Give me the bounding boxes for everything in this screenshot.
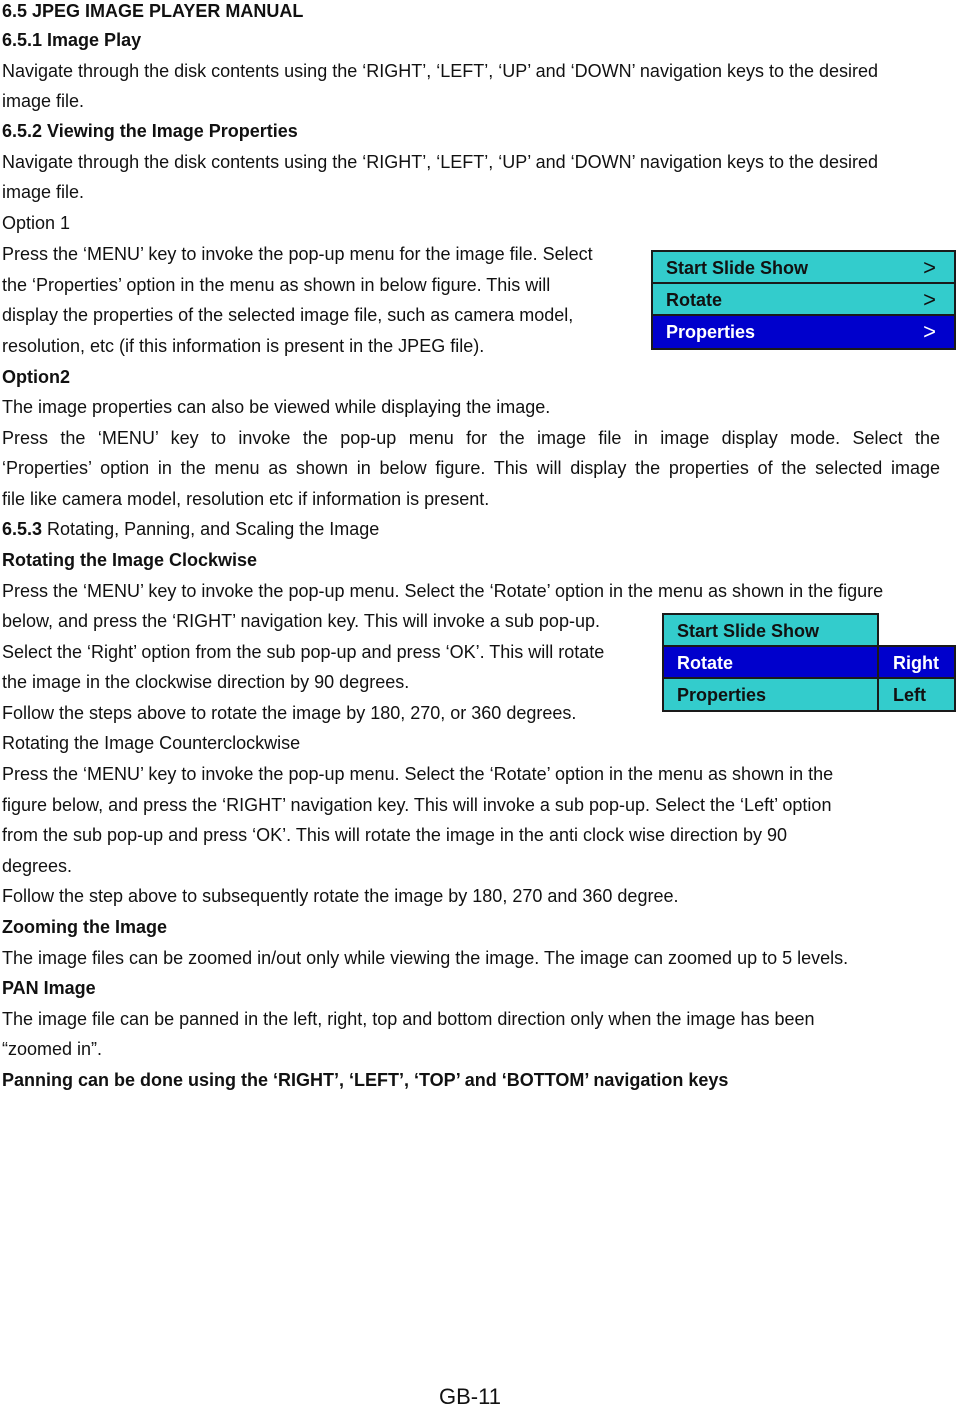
submenu-item-label: Right (893, 653, 939, 673)
paragraph-line: the image in the clockwise direction by … (2, 672, 410, 692)
menu-item-properties[interactable]: Properties (662, 677, 879, 712)
menu-item-properties[interactable]: Properties > (653, 316, 954, 348)
paragraph-line: from the sub pop-up and press ‘OK’. This… (2, 825, 788, 845)
paragraph-line: “zoomed in”. (2, 1039, 103, 1059)
heading-number: 6.5.3 (2, 519, 43, 539)
menu-item-start-slide-show[interactable]: Start Slide Show > (653, 252, 954, 284)
paragraph-line: resolution, etc (if this information is … (2, 336, 485, 356)
chevron-right-icon: > (923, 255, 936, 280)
heading-option-2: Option2 (2, 367, 70, 387)
paragraph-line: the ‘Properties’ option in the menu as s… (2, 275, 551, 295)
heading-viewing-properties: 6.5.2 Viewing the Image Properties (2, 121, 298, 141)
paragraph-line: degrees. (2, 856, 73, 876)
submenu-item-label: Left (893, 685, 926, 705)
menu-item-label: Rotate (677, 653, 734, 673)
chevron-right-icon: > (923, 287, 936, 312)
heading-image-play: 6.5.1 Image Play (2, 30, 142, 50)
paragraph-line: Navigate through the disk contents using… (2, 152, 879, 172)
heading-rotating-clockwise: Rotating the Image Clockwise (2, 550, 258, 570)
submenu-item-right[interactable]: Right (877, 645, 956, 679)
paragraph-line: below, and press the ‘RIGHT’ navigation … (2, 611, 600, 631)
paragraph-line: Press the ‘MENU’ key to invoke the pop-u… (2, 581, 884, 601)
paragraph-line: image file. (2, 182, 85, 202)
page-number: GB-11 (439, 1384, 501, 1409)
submenu-item-left[interactable]: Left (877, 677, 956, 712)
chevron-right-icon: > (923, 319, 936, 344)
paragraph-line: Follow the step above to subsequently ro… (2, 886, 679, 906)
paragraph-line: Select the ‘Right’ option from the sub p… (2, 642, 605, 662)
menu-item-rotate[interactable]: Rotate (662, 645, 879, 679)
heading-rotating-counterclockwise: Rotating the Image Counterclockwise (2, 733, 301, 753)
paragraph-line: file like camera model, resolution etc i… (2, 489, 490, 509)
paragraph-line: figure below, and press the ‘RIGHT’ navi… (2, 795, 832, 815)
paragraph-line: The image properties can also be viewed … (2, 397, 551, 417)
paragraph-line: Press the ‘MENU’ key to invoke the pop-u… (2, 244, 593, 264)
paragraph-line: Navigate through the disk contents using… (2, 61, 879, 81)
paragraph-line: image file. (2, 91, 85, 111)
paragraph-line: The image file can be panned in the left… (2, 1009, 815, 1029)
paragraph-line: display the properties of the selected i… (2, 305, 574, 325)
menu-item-rotate[interactable]: Rotate > (653, 284, 954, 316)
menu-item-label: Start Slide Show (666, 258, 809, 278)
menu-item-label: Rotate (666, 290, 723, 310)
heading-pan-image: PAN Image (2, 978, 96, 998)
paragraph-line: Press the ‘MENU’ key to invoke the pop-u… (2, 764, 834, 784)
section-title: 6.5 JPEG IMAGE PLAYER MANUAL (2, 1, 304, 21)
paragraph-line: ‘Properties’ option in the menu as shown… (2, 458, 940, 478)
paragraph-line: Follow the steps above to rotate the ima… (2, 703, 577, 723)
menu-item-label: Properties (666, 322, 756, 342)
menu-item-label: Start Slide Show (677, 621, 820, 641)
menu-item-label: Properties (677, 685, 767, 705)
heading-rotating-panning-scaling: 6.5.3 Rotating, Panning, and Scaling the… (2, 518, 379, 540)
heading-option-1: Option 1 (2, 213, 71, 233)
panning-note: Panning can be done using the ‘RIGHT’, ‘… (2, 1070, 729, 1090)
heading-zooming: Zooming the Image (2, 917, 168, 937)
menu-item-start-slide-show[interactable]: Start Slide Show (662, 613, 879, 647)
paragraph-line: Press the ‘MENU’ key to invoke the pop-u… (2, 428, 940, 448)
heading-text: Rotating, Panning, and Scaling the Image (42, 519, 380, 539)
paragraph-line: The image files can be zoomed in/out onl… (2, 948, 849, 968)
popup-menu-properties-figure: Start Slide Show > Rotate > Properties > (651, 250, 956, 350)
